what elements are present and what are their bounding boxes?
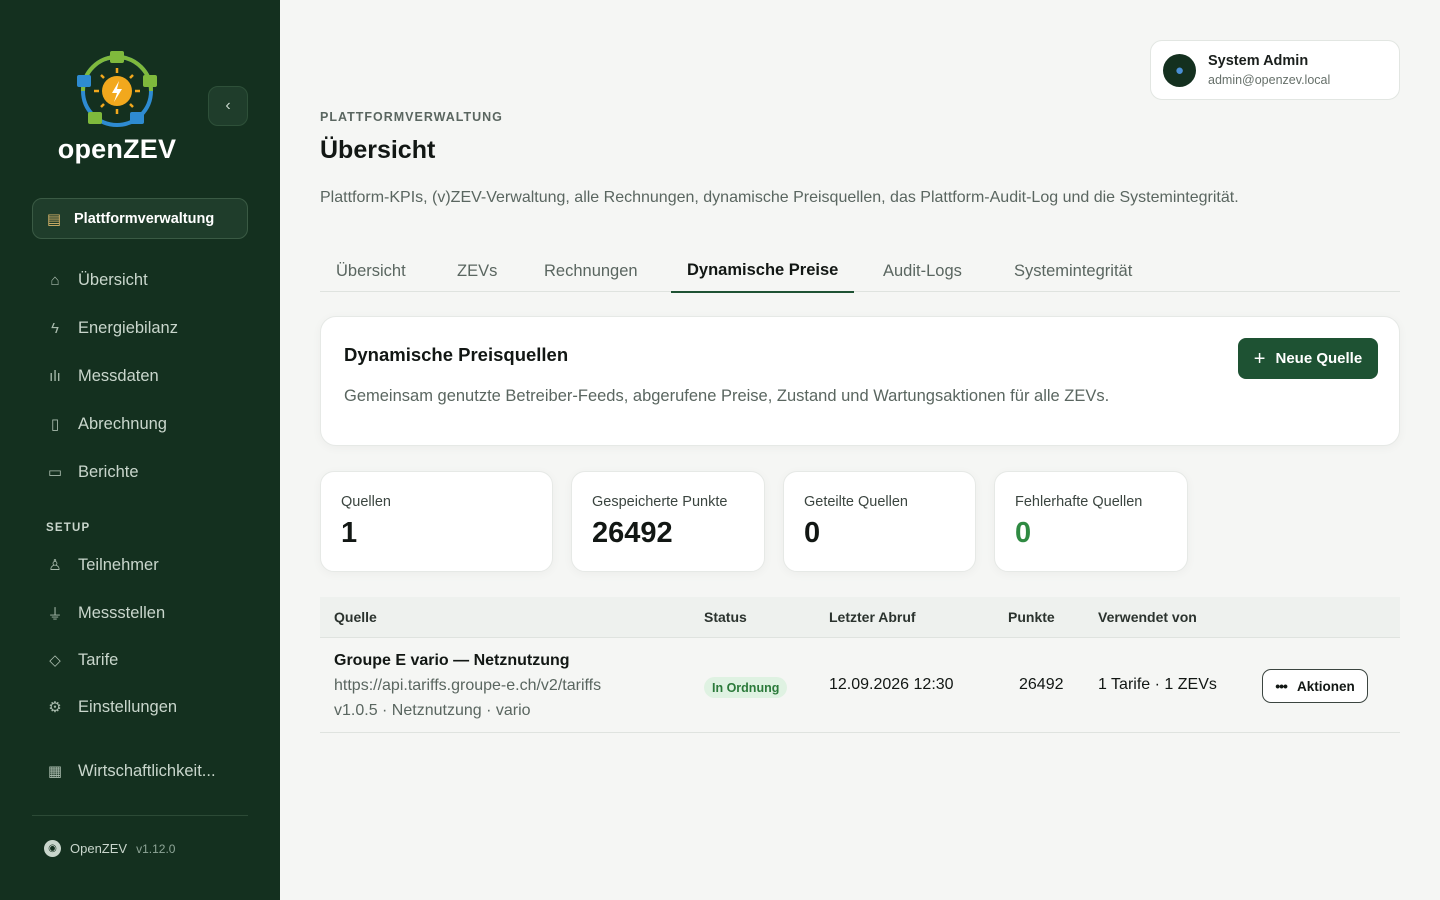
sidebar-item-label: Messstellen: [78, 603, 166, 622]
collapse-sidebar-button[interactable]: ‹: [208, 86, 248, 126]
sidebar-item-energy-balance[interactable]: ϟ Energiebilanz: [32, 308, 248, 348]
sidebar-divider: [32, 815, 248, 816]
bar-chart-icon: ılı: [49, 367, 61, 385]
user-email: admin@openzev.local: [1208, 73, 1331, 87]
sidebar-item-label: Messdaten: [78, 366, 159, 385]
sidebar-item-label: Wirtschaftlichkeit...: [78, 761, 216, 780]
github-icon: ◉: [44, 840, 61, 857]
version-info[interactable]: ◉ OpenZEV v1.12.0: [44, 840, 175, 857]
kpi-stored-points: Gespeicherte Punkte 26492: [571, 471, 765, 572]
column-header-source[interactable]: Quelle: [334, 609, 377, 625]
sidebar-item-tariffs[interactable]: ◇ Tarife: [32, 640, 248, 680]
building-icon: ▤: [46, 210, 62, 228]
gear-icon: ⚙: [48, 699, 62, 716]
page-eyebrow: PLATTFORMVERWALTUNG: [320, 110, 503, 124]
kpi-label: Quellen: [341, 494, 391, 510]
sidebar-item-reports[interactable]: ▭ Berichte: [32, 452, 248, 492]
kpi-failed-sources: Fehlerhafte Quellen 0: [994, 471, 1188, 572]
source-url: https://api.tariffs.groupe-e.ch/v2/tarif…: [334, 677, 602, 694]
kpi-value: 0: [1015, 517, 1032, 549]
table-row: Groupe E vario — Netznutzung https://api…: [320, 638, 1400, 733]
chevron-left-icon: ‹: [225, 97, 231, 114]
section-title: Dynamische Preisquellen: [344, 344, 569, 365]
kpi-label: Geteilte Quellen: [804, 494, 908, 510]
kpi-value: 1: [341, 517, 358, 549]
sidebar-item-profitability[interactable]: ▦ Wirtschaftlichkeit...: [32, 751, 248, 791]
sidebar-item-metering-points[interactable]: ⏚ Messstellen: [32, 593, 248, 633]
kpi-shared-sources: Geteilte Quellen 0: [783, 471, 976, 572]
calculator-icon: ▦: [47, 763, 63, 780]
kpi-label: Gespeicherte Punkte: [592, 494, 728, 510]
tab-invoices[interactable]: Rechnungen: [528, 250, 654, 292]
tag-icon: ◇: [49, 652, 61, 669]
plus-icon: +: [1253, 347, 1266, 370]
last-fetch-value: 12.09.2026 12:30: [829, 676, 954, 693]
platform-admin-label: Plattformverwaltung: [74, 210, 215, 227]
sidebar-item-label: Teilnehmer: [78, 555, 159, 574]
setup-section-label: SETUP: [46, 522, 91, 534]
sidebar-item-overview[interactable]: ⌂ Übersicht: [32, 260, 248, 300]
page-description: Plattform-KPIs, (v)ZEV-Verwaltung, alle …: [320, 189, 1239, 206]
sidebar-item-billing[interactable]: ▯ Abrechnung: [32, 404, 248, 444]
source-name: Groupe E vario — Netznutzung: [334, 652, 570, 669]
status-badge: In Ordnung: [704, 677, 788, 698]
sidebar-item-label: Einstellungen: [78, 697, 178, 716]
section-description: Gemeinsam genutzte Betreiber-Feeds, abge…: [344, 387, 1110, 405]
avatar: ●: [1163, 53, 1196, 87]
sidebar-item-label: Übersicht: [78, 270, 148, 289]
kpi-value: 26492: [592, 517, 673, 549]
table-header: Quelle Status Letzter Abruf Punkte Verwe…: [320, 597, 1400, 638]
sidebar: openZEV ‹ ▤ Plattformverwaltung ⌂ Übersi…: [0, 0, 280, 900]
app-name: OpenZEV: [70, 841, 128, 856]
user-icon: ♙: [48, 557, 62, 574]
receipt-icon: ▯: [50, 416, 60, 433]
column-header-status[interactable]: Status: [704, 609, 747, 625]
tab-overview[interactable]: Übersicht: [320, 250, 422, 292]
kpi-value: 0: [804, 517, 821, 549]
home-icon: ⌂: [50, 271, 60, 289]
sidebar-item-label: Energiebilanz: [78, 318, 178, 337]
document-icon: ▭: [47, 464, 63, 481]
sidebar-item-label: Tarife: [78, 650, 119, 669]
used-by-value: 1 Tarife · 1 ZEVs: [1098, 676, 1217, 693]
logo-icon: [77, 51, 157, 127]
platform-admin-pill[interactable]: ▤ Plattformverwaltung: [32, 198, 248, 239]
actions-button[interactable]: ••• Aktionen: [1262, 669, 1368, 703]
tab-dynamic-prices[interactable]: Dynamische Preise: [671, 250, 855, 293]
new-source-label: Neue Quelle: [1275, 350, 1363, 367]
app-version: v1.12.0: [136, 841, 176, 856]
sources-table: Quelle Status Letzter Abruf Punkte Verwe…: [320, 597, 1400, 733]
page-title: Übersicht: [320, 136, 436, 164]
dynamic-sources-card: Dynamische Preisquellen Gemeinsam genutz…: [320, 316, 1400, 446]
column-header-used-by[interactable]: Verwendet von: [1098, 609, 1197, 625]
sidebar-item-settings[interactable]: ⚙ Einstellungen: [32, 687, 248, 727]
source-meta: v1.0.5 · Netznutzung · vario: [334, 702, 531, 719]
new-source-button[interactable]: + Neue Quelle: [1238, 338, 1378, 379]
column-header-points[interactable]: Punkte: [1008, 609, 1055, 625]
column-header-last-fetch[interactable]: Letzter Abruf: [829, 609, 916, 625]
tab-audit-logs[interactable]: Audit-Logs: [867, 250, 978, 292]
user-icon: ●: [1174, 61, 1185, 79]
plug-icon: ⏚: [47, 605, 63, 623]
sidebar-item-metering-data[interactable]: ılı Messdaten: [32, 356, 248, 396]
actions-label: Aktionen: [1296, 678, 1355, 694]
sidebar-item-label: Berichte: [78, 462, 139, 481]
user-menu[interactable]: ● System Admin admin@openzev.local: [1150, 40, 1400, 100]
sidebar-item-participants[interactable]: ♙ Teilnehmer: [32, 545, 248, 585]
logo[interactable]: openZEV: [52, 48, 182, 166]
tab-system-integrity[interactable]: Systemintegrität: [998, 250, 1148, 292]
more-icon: •••: [1275, 678, 1288, 694]
points-value: 26492: [1019, 676, 1064, 693]
bolt-icon: ϟ: [51, 319, 59, 337]
kpi-sources: Quellen 1: [320, 471, 553, 572]
brand-name: openZEV: [57, 134, 177, 164]
tab-bar: Übersicht ZEVs Rechnungen Dynamische Pre…: [320, 250, 1400, 293]
sidebar-item-label: Abrechnung: [78, 414, 167, 433]
kpi-label: Fehlerhafte Quellen: [1015, 494, 1143, 510]
tab-zevs[interactable]: ZEVs: [441, 250, 513, 292]
user-name: System Admin: [1208, 53, 1309, 69]
